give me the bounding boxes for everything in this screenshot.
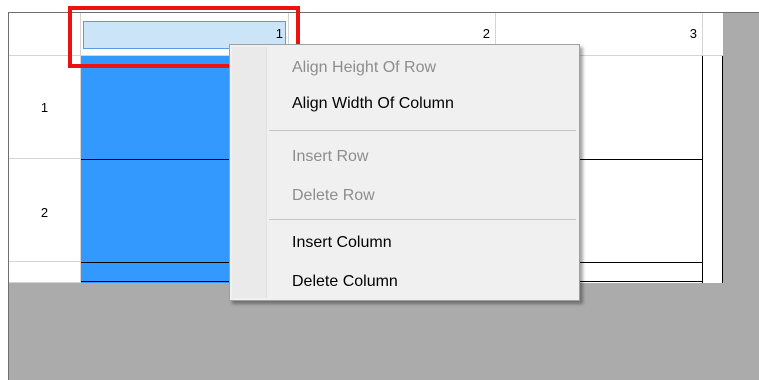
menu-item-insert-row[interactable]: Insert Row bbox=[292, 148, 368, 166]
menu-separator bbox=[269, 130, 576, 131]
row-header-label: 2 bbox=[40, 205, 49, 220]
grid-line bbox=[722, 56, 723, 283]
menu-item-delete-row[interactable]: Delete Row bbox=[292, 187, 375, 205]
row-header-1[interactable]: 1 bbox=[9, 56, 81, 159]
menu-icon-gutter bbox=[232, 47, 267, 298]
menu-item-delete-column[interactable]: Delete Column bbox=[292, 273, 398, 291]
menu-item-align-width-of-column[interactable]: Align Width Of Column bbox=[292, 95, 454, 113]
menu-item-align-height-of-row[interactable]: Align Height Of Row bbox=[292, 59, 436, 77]
context-menu: Align Height Of Row Align Width Of Colum… bbox=[229, 44, 580, 301]
menu-separator bbox=[269, 219, 576, 220]
row-header-label: 1 bbox=[40, 100, 49, 115]
header-filler bbox=[703, 13, 723, 56]
row-header-partial[interactable] bbox=[9, 262, 81, 283]
grid-line bbox=[702, 56, 703, 283]
row-header-2[interactable]: 2 bbox=[9, 159, 81, 262]
menu-item-insert-column[interactable]: Insert Column bbox=[292, 234, 392, 252]
column-header-label: 3 bbox=[689, 26, 697, 41]
column-header-label: 2 bbox=[482, 26, 490, 41]
